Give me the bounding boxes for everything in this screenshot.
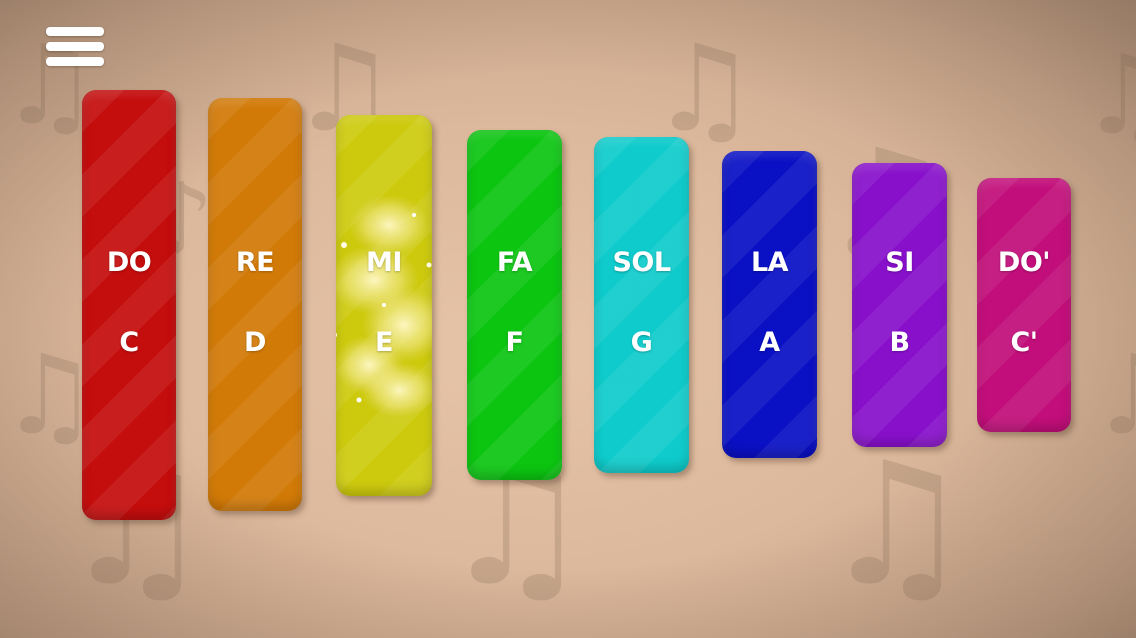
key-letter-label: D <box>244 327 266 358</box>
key-letter-label: G <box>630 327 653 358</box>
key-solfege-label: RE <box>235 247 275 278</box>
menu-button[interactable] <box>44 24 106 70</box>
key-la[interactable]: LA A <box>722 151 817 458</box>
key-solfege-label: LA <box>750 247 789 278</box>
key-si[interactable]: SI B <box>852 163 947 447</box>
key-letter-label: E <box>375 327 393 358</box>
key-letter-label: C <box>119 327 139 358</box>
hamburger-menu-icon-bar <box>46 42 104 51</box>
key-re[interactable]: RE D <box>208 98 302 511</box>
music-note-icon: ♫ <box>650 20 758 159</box>
music-note-icon: ♫ <box>1090 340 1136 450</box>
music-note-icon: ♫ <box>820 426 973 624</box>
hamburger-menu-icon-bar <box>46 57 104 66</box>
key-solfege-label: MI <box>366 247 402 278</box>
key-solfege-label: FA <box>496 247 533 278</box>
key-do-high[interactable]: DO' C' <box>977 178 1071 432</box>
key-fa[interactable]: FA F <box>467 130 562 480</box>
key-solfege-label: DO' <box>997 247 1051 278</box>
music-note-icon: ♫ <box>1080 31 1136 159</box>
sparkle-effect <box>336 195 432 418</box>
key-letter-label: B <box>889 327 910 358</box>
key-letter-label: C' <box>1010 327 1038 358</box>
key-do[interactable]: DO C <box>82 90 176 520</box>
hamburger-menu-icon <box>46 27 104 36</box>
key-solfege-label: SI <box>885 247 914 278</box>
key-solfege-label: DO <box>106 247 152 278</box>
key-mi[interactable]: MI E <box>336 115 432 496</box>
key-letter-label: A <box>759 327 780 358</box>
key-solfege-label: SOL <box>612 247 671 278</box>
key-letter-label: F <box>505 327 524 358</box>
key-sol[interactable]: SOL G <box>594 137 689 473</box>
